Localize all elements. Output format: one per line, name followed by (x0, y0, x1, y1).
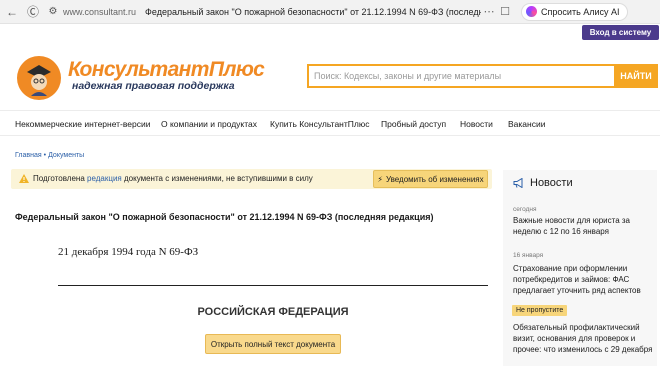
search-button[interactable]: НАЙТИ (614, 64, 658, 88)
yandex-logo-icon[interactable]: Ⓒ (24, 3, 42, 21)
dont-miss-badge: Не пропустите (512, 305, 568, 316)
notice-text-before: Подготовлена (33, 174, 85, 183)
breadcrumb-documents[interactable]: Документы (48, 152, 84, 159)
nav-item-news[interactable]: Новости (460, 119, 493, 129)
news-date: сегодня (513, 206, 537, 213)
search-input[interactable] (307, 64, 614, 88)
news-item-3[interactable]: Обязательный профилактический визит, осн… (513, 322, 653, 355)
document-title: Федеральный закон "О пожарной безопаснос… (15, 212, 434, 222)
lightning-icon: ⚡ (377, 174, 383, 184)
breadcrumb-home[interactable]: Главная (15, 152, 42, 159)
nav-item-noncommercial[interactable]: Некоммерческие интернет-версии (15, 119, 151, 129)
news-item-1[interactable]: Важные новости для юриста за неделю с 12… (513, 215, 653, 237)
megaphone-icon (513, 178, 523, 188)
news-date: 16 января (513, 252, 544, 259)
site-info-icon[interactable]: ⚙ (46, 5, 60, 19)
news-heading: Новости (513, 177, 573, 189)
main-nav: Некоммерческие интернет-версии О компани… (0, 110, 660, 136)
nav-item-trial[interactable]: Пробный доступ (381, 119, 446, 129)
ask-alice-button[interactable]: Спросить Алису AI (521, 2, 628, 21)
edition-link[interactable]: редакция (87, 174, 122, 183)
breadcrumb: Главная • Документы (15, 152, 84, 159)
bookmark-icon[interactable]: ☐ (497, 4, 513, 20)
news-item-2[interactable]: Страхование при оформлении потребкредито… (513, 263, 653, 296)
breadcrumb-separator: • (43, 152, 47, 159)
ask-alice-label: Спросить Алису AI (541, 6, 620, 17)
back-arrow-icon[interactable]: ← (3, 3, 21, 21)
address-domain[interactable]: www.consultant.ru (63, 7, 136, 17)
more-icon[interactable]: ⋯ (481, 4, 497, 20)
open-full-text-button[interactable]: Открыть полный текст документа (205, 334, 341, 354)
document-date-line: 21 декабря 1994 года N 69-ФЗ (58, 246, 199, 258)
notify-changes-label: Уведомить об изменениях (385, 174, 484, 184)
logo-tagline: надежная правовая поддержка (72, 80, 235, 92)
warning-icon (19, 174, 29, 183)
browser-page-title: Федеральный закон "О пожарной безопаснос… (145, 6, 482, 17)
nav-item-buy[interactable]: Купить КонсультантПлюс (270, 119, 369, 129)
login-button[interactable]: Вход в систему (582, 25, 659, 40)
address-bar[interactable]: ⚙ www.consultant.ru Федеральный закон "О… (46, 3, 482, 21)
notify-changes-button[interactable]: ⚡ Уведомить об изменениях (373, 170, 488, 188)
consultant-logo-icon[interactable] (15, 52, 63, 102)
news-heading-label: Новости (530, 177, 573, 189)
logo-name[interactable]: КонсультантПлюс (68, 58, 265, 82)
nav-item-vacancies[interactable]: Вакансии (508, 119, 545, 129)
document-divider (58, 285, 488, 286)
document-country: РОССИЙСКАЯ ФЕДЕРАЦИЯ (197, 306, 349, 318)
search-bar: НАЙТИ (307, 64, 658, 88)
alice-icon (526, 6, 538, 17)
notice-text-after: документа с изменениями, не вступившими … (123, 174, 313, 183)
notice-text: Подготовлена редакция документа с измене… (33, 174, 313, 183)
news-sidebar: Новости сегодня Важные новости для юрист… (503, 170, 657, 366)
nav-item-about[interactable]: О компании и продуктах (161, 119, 257, 129)
browser-toolbar: ← Ⓒ ⚙ www.consultant.ru Федеральный зако… (0, 0, 660, 24)
